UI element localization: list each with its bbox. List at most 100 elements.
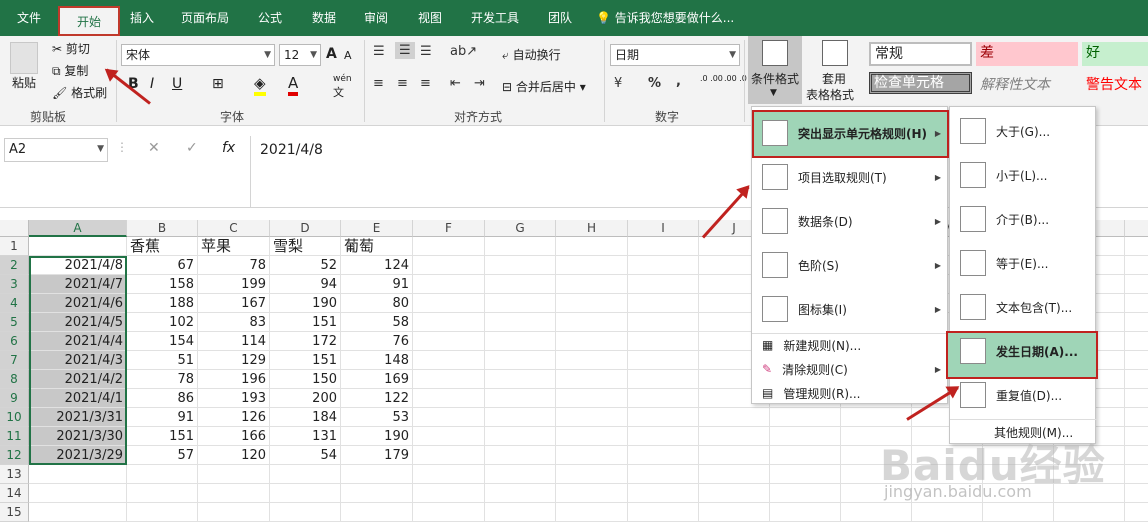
value-cell[interactable]: 200 [270, 389, 341, 408]
date-cell[interactable]: 2021/3/31 [29, 408, 127, 427]
tab-page-layout[interactable]: 页面布局 [172, 0, 238, 36]
value-cell[interactable]: 184 [270, 408, 341, 427]
tab-formulas[interactable]: 公式 [248, 0, 292, 36]
value-cell[interactable]: 188 [127, 294, 198, 313]
cell[interactable] [1125, 332, 1148, 351]
cell[interactable] [628, 370, 699, 389]
cell[interactable] [1125, 237, 1148, 256]
column-header-F[interactable]: F [413, 220, 485, 237]
value-cell[interactable]: 166 [198, 427, 270, 446]
align-bottom-icon[interactable]: ☰ [420, 44, 432, 59]
cell[interactable] [699, 446, 770, 465]
column-header-G[interactable]: G [485, 220, 556, 237]
cell[interactable] [413, 275, 485, 294]
increase-decimal-button[interactable]: .0 .00 [700, 74, 723, 83]
date-cell[interactable]: 2021/3/30 [29, 427, 127, 446]
cell[interactable] [1125, 294, 1148, 313]
value-cell[interactable]: 86 [127, 389, 198, 408]
italic-button[interactable]: I [150, 76, 154, 92]
value-cell[interactable]: 80 [341, 294, 413, 313]
menu-item-highlight-rules[interactable]: 突出显示单元格规则(H) ▶ [752, 113, 949, 153]
cell[interactable] [29, 503, 127, 522]
cell[interactable] [770, 503, 841, 522]
format-painter-button[interactable]: 🖌 格式刷 [52, 84, 107, 101]
cell[interactable] [556, 313, 628, 332]
cell[interactable] [699, 484, 770, 503]
cell[interactable] [485, 313, 556, 332]
cell[interactable] [556, 256, 628, 275]
cell[interactable] [413, 465, 485, 484]
row-header-12[interactable]: 12 [0, 446, 29, 465]
cell[interactable] [485, 389, 556, 408]
menu-item-equal-to[interactable]: 等于(E)... [950, 243, 1048, 283]
cell[interactable] [485, 465, 556, 484]
date-cell[interactable]: 2021/4/3 [29, 351, 127, 370]
cell[interactable] [628, 484, 699, 503]
cell[interactable] [485, 351, 556, 370]
cell[interactable] [628, 427, 699, 446]
cell[interactable] [198, 484, 270, 503]
cell[interactable] [983, 503, 1054, 522]
column-header-C[interactable]: C [198, 220, 270, 237]
value-cell[interactable]: 196 [198, 370, 270, 389]
cell[interactable] [127, 484, 198, 503]
value-cell[interactable]: 172 [270, 332, 341, 351]
value-cell[interactable]: 148 [341, 351, 413, 370]
select-all-corner[interactable] [0, 220, 29, 237]
cut-button[interactable]: ✂ 剪切 [52, 40, 90, 57]
cell[interactable] [1125, 351, 1148, 370]
value-cell[interactable]: 190 [341, 427, 413, 446]
cell[interactable] [413, 503, 485, 522]
copy-button[interactable]: ⧉ 复制 [52, 62, 88, 79]
cell[interactable] [485, 256, 556, 275]
border-icon[interactable]: ⊞ [212, 76, 224, 92]
cell[interactable] [628, 446, 699, 465]
cell[interactable] [770, 427, 841, 446]
cell[interactable] [485, 484, 556, 503]
cell[interactable] [485, 446, 556, 465]
menu-item-duplicate-values[interactable]: 重复值(D)... [950, 375, 1062, 415]
cell[interactable] [556, 408, 628, 427]
increase-indent-icon[interactable]: ⇥ [474, 76, 485, 91]
menu-item-top-bottom-rules[interactable]: 项目选取规则(T) ▶ [752, 157, 949, 197]
align-middle-icon[interactable]: ☰ [395, 42, 415, 59]
cell[interactable] [413, 294, 485, 313]
value-cell[interactable]: 124 [341, 256, 413, 275]
value-cell[interactable]: 167 [198, 294, 270, 313]
shrink-font-button[interactable]: A [344, 49, 352, 62]
value-cell[interactable]: 94 [270, 275, 341, 294]
value-cell[interactable]: 179 [341, 446, 413, 465]
cell[interactable] [485, 408, 556, 427]
cell[interactable] [485, 332, 556, 351]
cell[interactable] [485, 370, 556, 389]
cell[interactable] [127, 503, 198, 522]
column-header-H[interactable]: H [556, 220, 628, 237]
cell[interactable] [413, 256, 485, 275]
tab-developer[interactable]: 开发工具 [462, 0, 528, 36]
tab-home[interactable]: 开始 [58, 6, 120, 36]
value-cell[interactable]: 91 [127, 408, 198, 427]
cell[interactable] [628, 313, 699, 332]
cell[interactable] [198, 503, 270, 522]
cell[interactable] [628, 332, 699, 351]
menu-item-between[interactable]: 介于(B)... [950, 199, 1049, 239]
value-cell[interactable]: 78 [198, 256, 270, 275]
row-header-5[interactable]: 5 [0, 313, 29, 332]
style-normal[interactable]: 常规 [869, 42, 972, 66]
cell[interactable] [413, 351, 485, 370]
tab-data[interactable]: 数据 [302, 0, 346, 36]
value-cell[interactable]: 54 [270, 446, 341, 465]
row-header-1[interactable]: 1 [0, 237, 29, 256]
column-header-E[interactable]: E [341, 220, 413, 237]
cell[interactable] [413, 446, 485, 465]
value-cell[interactable]: 114 [198, 332, 270, 351]
date-cell[interactable]: 2021/4/8 [29, 256, 127, 275]
cell[interactable] [413, 389, 485, 408]
font-color-button[interactable]: A [288, 74, 299, 96]
value-cell[interactable]: 53 [341, 408, 413, 427]
menu-item-icon-sets[interactable]: 图标集(I) ▶ [752, 289, 949, 329]
value-cell[interactable]: 67 [127, 256, 198, 275]
row-header-14[interactable]: 14 [0, 484, 29, 503]
tell-me-box[interactable]: 💡 告诉我您想要做什么... [596, 0, 766, 36]
cell[interactable] [1054, 503, 1125, 522]
